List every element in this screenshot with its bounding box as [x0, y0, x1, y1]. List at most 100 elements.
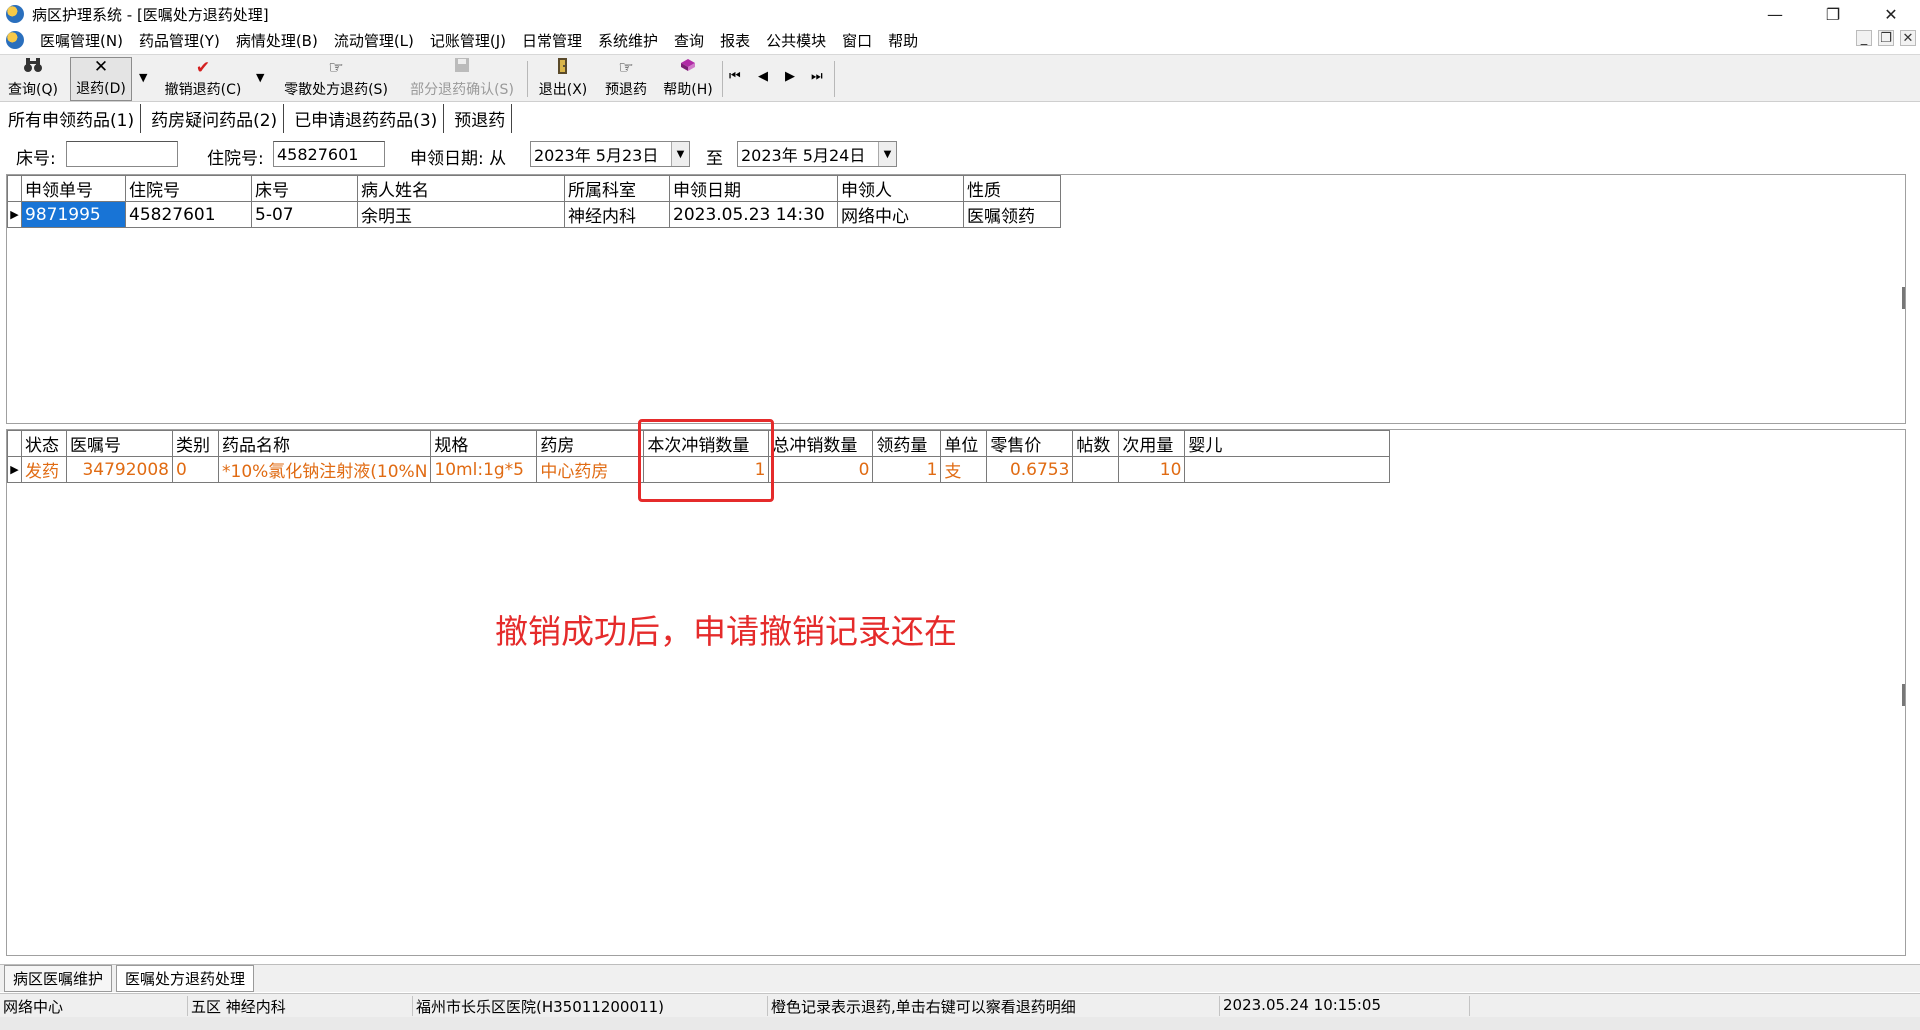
next-record-icon[interactable]: ▶ [785, 69, 795, 84]
column-header[interactable]: 单位 [940, 430, 988, 457]
tab-applied-return[interactable]: 已申请退药药品(3) [288, 103, 445, 133]
menu-report[interactable]: 报表 [712, 30, 758, 51]
query-button[interactable]: 查询(Q) [4, 57, 62, 101]
menu-daily[interactable]: 日常管理 [514, 30, 590, 51]
window-tab-order-maintenance[interactable]: 病区医嘱维护 [4, 965, 113, 992]
table-cell[interactable]: 0 [172, 456, 219, 483]
table-cell[interactable]: 45827601 [125, 201, 252, 228]
table-cell[interactable]: 余明玉 [357, 201, 565, 228]
column-header[interactable]: 床号 [251, 175, 358, 202]
column-header[interactable]: 所属科室 [564, 175, 670, 202]
menu-flow[interactable]: 流动管理(L) [326, 30, 422, 51]
table-cell[interactable]: 1 [872, 456, 942, 483]
current-row-icon: ▶ [7, 201, 22, 228]
table-row[interactable]: ▶ 9871995 45827601 5-07 余明玉 神经内科 2023.05… [7, 201, 1061, 228]
chevron-down-icon[interactable]: ▼ [878, 142, 896, 166]
window-controls: — ❐ ✕ [1746, 0, 1920, 28]
column-header[interactable]: 领药量 [872, 430, 942, 457]
query-label: 查询(Q) [8, 82, 58, 98]
partial-confirm-button[interactable]: 部分退药确认(S) [402, 57, 522, 101]
tab-pre-return[interactable]: 预退药 [448, 103, 513, 133]
menu-system[interactable]: 系统维护 [590, 30, 666, 51]
menu-orders[interactable]: 医嘱管理(N) [32, 30, 131, 51]
menu-window[interactable]: 窗口 [834, 30, 880, 51]
table-cell[interactable]: 医嘱领药 [963, 201, 1061, 228]
table-cell[interactable]: 0 [768, 456, 874, 483]
prev-record-icon[interactable]: ◀ [758, 69, 768, 84]
column-header[interactable]: 总冲销数量 [768, 430, 874, 457]
hospital-no-input[interactable] [273, 141, 385, 167]
column-header[interactable]: 性质 [963, 175, 1061, 202]
table-cell[interactable]: 支 [940, 456, 988, 483]
bed-input[interactable] [66, 141, 178, 167]
mdi-close-button[interactable]: ✕ [1900, 30, 1916, 46]
restore-button[interactable]: ❐ [1804, 0, 1862, 28]
return-drug-dropdown-icon[interactable]: ▼ [139, 71, 147, 84]
exit-button[interactable]: 退出(X) [533, 57, 593, 101]
date-from-picker[interactable]: 2023年 5月23日 ▼ [530, 141, 690, 167]
column-header[interactable]: 申领日期 [669, 175, 838, 202]
exit-door-icon [555, 57, 571, 79]
help-button[interactable]: 帮助(H) [658, 57, 718, 101]
column-header[interactable]: 帖数 [1072, 430, 1120, 457]
toolbar-separator [527, 61, 528, 97]
exit-label: 退出(X) [538, 82, 588, 98]
menu-billing[interactable]: 记账管理(J) [422, 30, 514, 51]
menu-help[interactable]: 帮助 [880, 30, 926, 51]
column-header[interactable]: 类别 [172, 430, 219, 457]
column-header[interactable]: 申领单号 [21, 175, 126, 202]
mdi-restore-button[interactable]: ❐ [1878, 30, 1894, 46]
first-record-icon[interactable]: ⏮ [729, 69, 741, 84]
column-header[interactable]: 规格 [430, 430, 538, 457]
tab-all-requested[interactable]: 所有申领药品(1) [0, 103, 142, 133]
cancel-return-dropdown-icon[interactable]: ▼ [256, 71, 264, 84]
pre-return-button[interactable]: ☞ 预退药 [598, 57, 654, 101]
column-header[interactable]: 次用量 [1118, 430, 1186, 457]
table-cell[interactable]: 神经内科 [564, 201, 670, 228]
column-header[interactable]: 药品名称 [217, 430, 432, 457]
check-icon: ✔ [195, 58, 211, 78]
hospital-no-label: 住院号: [207, 149, 264, 169]
column-header[interactable]: 状态 [21, 430, 67, 457]
table-cell[interactable]: 34792008 [66, 456, 173, 483]
table-cell[interactable]: 9871995 [21, 201, 126, 228]
chevron-down-icon[interactable]: ▼ [671, 142, 689, 166]
table-cell[interactable]: 5-07 [251, 201, 358, 228]
last-record-icon[interactable]: ⏭ [811, 69, 823, 84]
return-drug-button[interactable]: ✕ 退药(D) [70, 57, 132, 101]
scrollbar-thumb[interactable] [1902, 684, 1905, 706]
cancel-return-button[interactable]: ✔ 撤销退药(C) [158, 57, 248, 101]
table-cell[interactable]: 网络中心 [837, 201, 964, 228]
table-cell[interactable]: *10%氯化钠注射液(10%N [217, 456, 432, 483]
tab-pharmacy-question[interactable]: 药房疑问药品(2) [145, 103, 285, 133]
close-button[interactable]: ✕ [1862, 0, 1920, 28]
table-cell[interactable]: 10ml:1g*5 [430, 456, 538, 483]
table-cell[interactable]: 发药 [21, 456, 67, 483]
table-cell[interactable] [1072, 456, 1120, 483]
menu-drugs[interactable]: 药品管理(Y) [131, 30, 228, 51]
column-header[interactable]: 婴儿 [1184, 430, 1391, 457]
column-header[interactable]: 医嘱号 [66, 430, 173, 457]
window-title: 病区护理系统 - [医嘱处方退药处理] [32, 5, 269, 24]
column-header[interactable]: 病人姓名 [357, 175, 565, 202]
menu-common[interactable]: 公共模块 [758, 30, 834, 51]
menu-bar: 医嘱管理(N) 药品管理(Y) 病情处理(B) 流动管理(L) 记账管理(J) … [0, 28, 1920, 52]
table-cell[interactable]: 0.6753 [986, 456, 1074, 483]
table-cell[interactable]: 10 [1118, 456, 1186, 483]
column-header[interactable]: 零售价 [986, 430, 1074, 457]
minimize-button[interactable]: — [1746, 0, 1804, 28]
app-menu-icon[interactable] [6, 31, 24, 49]
column-header[interactable]: 申领人 [837, 175, 964, 202]
table-cell[interactable] [1184, 456, 1391, 483]
date-to-picker[interactable]: 2023年 5月24日 ▼ [737, 141, 897, 167]
column-header[interactable]: 药房 [536, 430, 645, 457]
table-cell[interactable]: 中心药房 [536, 456, 645, 483]
scrollbar-thumb[interactable] [1902, 287, 1905, 309]
menu-query[interactable]: 查询 [666, 30, 712, 51]
scatter-return-button[interactable]: ☞ 零散处方退药(S) [276, 57, 396, 101]
column-header[interactable]: 住院号 [125, 175, 252, 202]
mdi-minimize-button[interactable]: _ [1856, 30, 1872, 46]
window-tab-return-processing[interactable]: 医嘱处方退药处理 [116, 965, 255, 992]
menu-condition[interactable]: 病情处理(B) [228, 30, 326, 51]
table-cell[interactable]: 2023.05.23 14:30 [669, 201, 838, 228]
